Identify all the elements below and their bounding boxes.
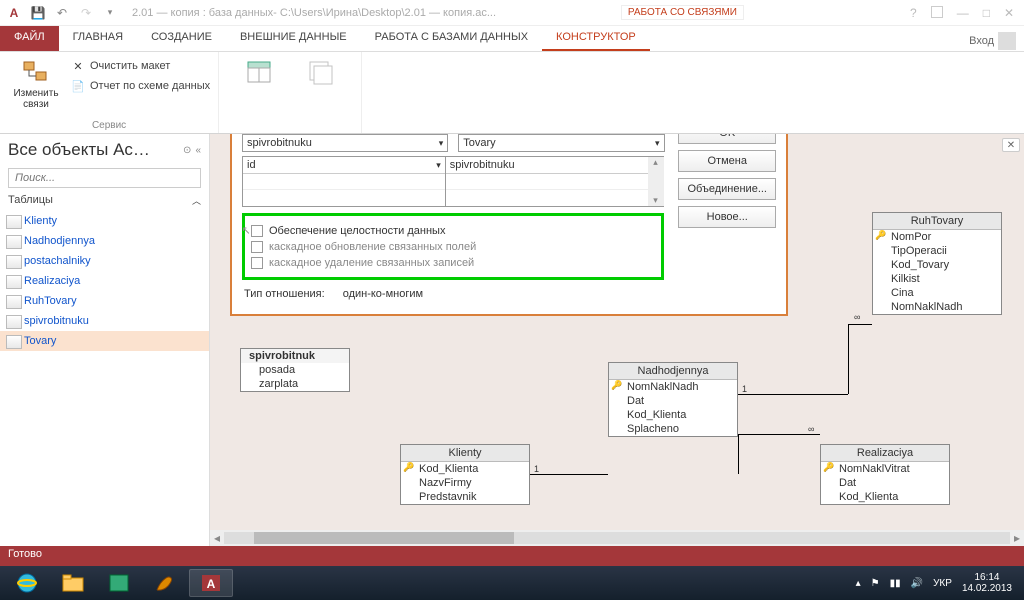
redo-icon[interactable]: ↷: [76, 3, 96, 23]
tray-network-icon[interactable]: ▮▮: [890, 578, 901, 589]
nav-pane-header[interactable]: Все объекты Ac… ⊙«: [0, 134, 209, 166]
save-icon[interactable]: 💾: [28, 3, 48, 23]
status-bar: Готово: [0, 546, 1024, 566]
window-titlebar: A 💾 ↶ ↷ ▾ 2.01 — копия : база данных- C:…: [0, 0, 1024, 26]
ribbon-group-hidden: [219, 52, 362, 133]
tray-clock[interactable]: 16:14 14.02.2013: [962, 572, 1012, 594]
tab-external[interactable]: ВНЕШНИЕ ДАННЫЕ: [226, 26, 361, 51]
ribbon-collapse-icon[interactable]: [931, 6, 943, 18]
help-icon[interactable]: ?: [910, 6, 917, 20]
right-field-cell[interactable]: spivrobitnuku: [446, 157, 648, 174]
window-controls: ? — □ ✕: [904, 6, 1020, 20]
hide-table-icon: [305, 56, 337, 88]
qat-dropdown-icon[interactable]: ▾: [100, 3, 120, 23]
workspace: Все объекты Ac… ⊙« Таблицы︿ Klienty Nadh…: [0, 134, 1024, 546]
relation-type-label: Тип отношения:: [244, 288, 325, 300]
show-table-button[interactable]: [231, 56, 287, 88]
tab-file[interactable]: ФАЙЛ: [0, 26, 59, 51]
account-signin[interactable]: Вход: [961, 26, 1024, 51]
navigation-pane: Все объекты Ac… ⊙« Таблицы︿ Klienty Nadh…: [0, 134, 210, 546]
taskbar-paint-icon[interactable]: [143, 569, 187, 597]
avatar-icon: [998, 32, 1016, 50]
undo-icon[interactable]: ↶: [52, 3, 72, 23]
quick-access-toolbar: A 💾 ↶ ↷ ▾: [4, 3, 120, 23]
join-button[interactable]: Объединение...: [678, 178, 776, 200]
chevron-up-icon: ︿: [192, 194, 201, 207]
canvas-close-button[interactable]: ✕: [1002, 138, 1020, 152]
nav-item-ruhtovary[interactable]: RuhTovary: [0, 291, 209, 311]
integrity-options-highlight: Обеспечение целостности данных↖ каскадно…: [242, 213, 664, 280]
maximize-icon[interactable]: □: [983, 6, 990, 20]
system-tray: ▴ ⚑ ▮▮ 🔊 УКР 16:14 14.02.2013: [856, 572, 1020, 594]
tray-volume-icon[interactable]: 🔊: [911, 578, 923, 589]
nav-item-realizaciya[interactable]: Realizaciya: [0, 271, 209, 291]
canvas-scrollbar[interactable]: ◂ ▸: [210, 530, 1024, 546]
svg-text:A: A: [207, 577, 216, 591]
minimize-icon[interactable]: —: [957, 6, 969, 20]
relationship-report-button[interactable]: 📄Отчет по схеме данных: [70, 76, 210, 96]
relation-type-value: один-ко-многим: [343, 288, 423, 300]
right-table-combo[interactable]: Tovary▾: [458, 134, 664, 152]
clear-layout-button[interactable]: ✕Очистить макет: [70, 56, 210, 76]
windows-taskbar: A ▴ ⚑ ▮▮ 🔊 УКР 16:14 14.02.2013: [0, 566, 1024, 600]
hide-table-button[interactable]: [293, 56, 349, 88]
cascade-delete-checkbox[interactable]: каскадное удаление связанных записей: [251, 255, 655, 271]
close-icon[interactable]: ✕: [1004, 6, 1014, 20]
table-nadhodjennya[interactable]: Nadhodjennya NomNaklNadh Dat Kod_Klienta…: [608, 362, 738, 437]
edit-relationships-label: Изменить связи: [8, 88, 64, 110]
nav-item-spivrobitnuku[interactable]: spivrobitnuku: [0, 311, 209, 331]
edit-relationships-dialog[interactable]: Таблица/запрос: spivrobitnuku▾ Связанная…: [230, 134, 788, 316]
nav-search: [0, 166, 209, 190]
ribbon-group-label: Сервис: [0, 120, 218, 131]
tray-up-icon[interactable]: ▴: [856, 578, 861, 589]
tab-create[interactable]: СОЗДАНИЕ: [137, 26, 226, 51]
nav-item-tovary[interactable]: Tovary: [0, 331, 209, 351]
tray-flag-icon[interactable]: ⚑: [871, 578, 880, 589]
table-ruhtovary[interactable]: RuhTovary NomPor TipOperacii Kod_Tovary …: [872, 212, 1002, 315]
window-title: 2.01 — копия : база данных- C:\Users\Ири…: [120, 7, 621, 19]
tray-language[interactable]: УКР: [933, 578, 952, 589]
cascade-update-checkbox[interactable]: каскадное обновление связанных полей: [251, 239, 655, 255]
field-list-scrollbar[interactable]: ▴▾: [648, 157, 664, 206]
table-icon: [243, 56, 275, 88]
report-icon: 📄: [70, 78, 86, 94]
tab-dbtools[interactable]: РАБОТА С БАЗАМИ ДАННЫХ: [361, 26, 542, 51]
nav-group-tables[interactable]: Таблицы︿: [0, 190, 209, 211]
ribbon-group-service: Изменить связи ✕Очистить макет 📄Отчет по…: [0, 52, 219, 133]
table-realizaciya[interactable]: Realizaciya NomNaklVitrat Dat Kod_Klient…: [820, 444, 950, 505]
tab-design[interactable]: КОНСТРУКТОР: [542, 26, 650, 51]
left-field-combo[interactable]: id▾: [243, 157, 445, 174]
edit-relationships-icon: [20, 56, 52, 88]
relationships-canvas[interactable]: ✕ spivrobitnuk posada zarplata Klienty K…: [210, 134, 1024, 546]
nav-collapse-icon[interactable]: «: [195, 145, 201, 156]
contextual-tools-label: РАБОТА СО СВЯЗЯМИ: [621, 5, 744, 20]
access-app-icon[interactable]: A: [4, 3, 24, 23]
table-spivrobitnuku[interactable]: spivrobitnuk posada zarplata: [240, 348, 350, 392]
taskbar-ie-icon[interactable]: [5, 569, 49, 597]
clear-layout-icon: ✕: [70, 58, 86, 74]
taskbar-explorer-icon[interactable]: [51, 569, 95, 597]
nav-item-klienty[interactable]: Klienty: [0, 211, 209, 231]
nav-item-postachalniky[interactable]: postachalniky: [0, 251, 209, 271]
ok-button[interactable]: OK: [678, 134, 776, 144]
integrity-checkbox[interactable]: Обеспечение целостности данных↖: [251, 222, 655, 239]
taskbar-access-icon[interactable]: A: [189, 569, 233, 597]
chevron-down-icon: ▾: [439, 138, 444, 149]
left-table-combo[interactable]: spivrobitnuku▾: [242, 134, 448, 152]
cursor-icon: ↖: [241, 224, 250, 237]
table-klienty[interactable]: Klienty Kod_Klienta NazvFirmy Predstavni…: [400, 444, 530, 505]
nav-dropdown-icon[interactable]: ⊙: [183, 145, 191, 156]
ribbon: Изменить связи ✕Очистить макет 📄Отчет по…: [0, 52, 1024, 134]
edit-relationships-button[interactable]: Изменить связи: [8, 56, 64, 110]
new-button[interactable]: Новое...: [678, 206, 776, 228]
cancel-button[interactable]: Отмена: [678, 150, 776, 172]
nav-search-input[interactable]: [8, 168, 201, 188]
chevron-down-icon: ▾: [655, 138, 660, 149]
ribbon-tabs: ФАЙЛ ГЛАВНАЯ СОЗДАНИЕ ВНЕШНИЕ ДАННЫЕ РАБ…: [0, 26, 1024, 52]
taskbar-app1-icon[interactable]: [97, 569, 141, 597]
nav-item-nadhodjennya[interactable]: Nadhodjennya: [0, 231, 209, 251]
tab-home[interactable]: ГЛАВНАЯ: [59, 26, 137, 51]
chevron-down-icon: ▾: [436, 160, 441, 171]
